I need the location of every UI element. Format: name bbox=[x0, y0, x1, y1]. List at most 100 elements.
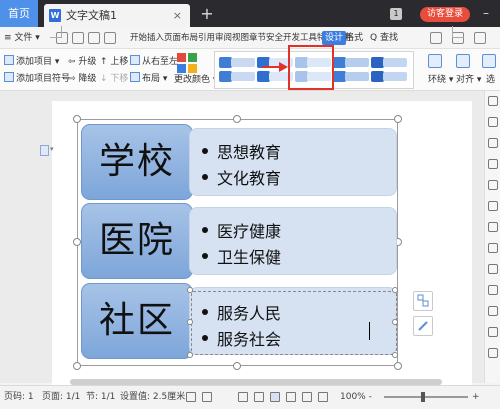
tab-design[interactable]: 设计 bbox=[322, 31, 347, 45]
tab-document[interactable]: W 文字文稿1 × bbox=[44, 4, 190, 27]
page-count: 页面: 1/1 bbox=[42, 392, 81, 402]
print-icon[interactable] bbox=[88, 32, 100, 44]
text-handle[interactable] bbox=[392, 287, 398, 293]
wrap-button[interactable]: 环绕 ▾ bbox=[428, 73, 453, 87]
eye-icon[interactable] bbox=[238, 392, 248, 402]
demote-button[interactable]: ⇨ 降级 bbox=[68, 72, 96, 86]
text-cursor bbox=[369, 322, 370, 340]
down-arrow-icon: ↓ bbox=[100, 74, 111, 84]
bullet-text: 卫生保健 bbox=[217, 248, 282, 267]
shape-icon[interactable] bbox=[488, 138, 498, 148]
text-handle[interactable] bbox=[187, 287, 193, 293]
view-print-icon[interactable] bbox=[270, 392, 280, 402]
add-item-icon bbox=[4, 55, 14, 65]
print-preview-icon[interactable] bbox=[72, 32, 84, 44]
right-to-left-button[interactable]: 从右至左 bbox=[130, 55, 178, 69]
zoom-slider-knob[interactable] bbox=[421, 392, 425, 402]
move-up-button[interactable]: ↑ 上移 bbox=[100, 55, 128, 69]
pen-icon[interactable] bbox=[488, 117, 498, 127]
promote-arrow-icon: ⇦ bbox=[68, 57, 79, 67]
zoom-slider[interactable] bbox=[384, 396, 468, 398]
tab-count-badge[interactable]: 1 bbox=[390, 8, 402, 20]
help-icon[interactable] bbox=[488, 348, 498, 358]
wps-writer-window: 首页 W 文字文稿1 × + 1 访客登录 – ≡ 文件 ▾ 开始插入页面布局引… bbox=[0, 0, 500, 409]
grid-icon[interactable] bbox=[488, 222, 498, 232]
text-handle[interactable] bbox=[187, 319, 193, 325]
more-icon[interactable] bbox=[474, 32, 486, 44]
paragraph-anchor-icon[interactable] bbox=[40, 145, 49, 156]
zoom-in-button[interactable]: + bbox=[472, 386, 480, 408]
move-down-button[interactable]: ↓ 下移 bbox=[100, 72, 128, 86]
track-icon[interactable] bbox=[202, 392, 212, 402]
demote-arrow-icon: ⇨ bbox=[68, 74, 79, 84]
refresh-icon[interactable] bbox=[488, 264, 498, 274]
right-task-pane bbox=[484, 91, 500, 383]
text-handle[interactable] bbox=[392, 352, 398, 358]
section-count: 节: 1/1 bbox=[86, 392, 116, 402]
right-to-left-icon bbox=[130, 55, 140, 65]
sub-shape[interactable]: 医疗健康 卫生保健 bbox=[189, 207, 397, 275]
layout-button[interactable]: 布局 ▾ bbox=[130, 72, 167, 86]
settings-icon[interactable] bbox=[488, 327, 498, 337]
sub-shape[interactable]: 思想教育 文化教育 bbox=[189, 128, 397, 196]
resize-handle[interactable] bbox=[394, 362, 402, 370]
wrap-icon[interactable] bbox=[428, 54, 442, 68]
text-handle[interactable] bbox=[187, 352, 193, 358]
bookmark-icon[interactable] bbox=[488, 306, 498, 316]
file-menu[interactable]: ≡ 文件 ▾ bbox=[4, 27, 40, 49]
align-icon[interactable] bbox=[456, 54, 470, 68]
pane-toggle-icon[interactable] bbox=[488, 96, 498, 106]
promote-button[interactable]: ⇦ 升级 bbox=[68, 55, 96, 69]
layout-options-icon[interactable] bbox=[413, 291, 433, 311]
title-bar: 首页 W 文字文稿1 × + 1 访客登录 – bbox=[0, 0, 500, 27]
menu-bar: ≡ 文件 ▾ 开始插入页面布局引用审阅视图章节安全开发工具特色应用 设计 格式 … bbox=[0, 27, 500, 49]
tab-home[interactable]: 首页 bbox=[0, 0, 38, 27]
undo-icon[interactable] bbox=[104, 32, 116, 44]
resize-handle[interactable] bbox=[233, 115, 241, 123]
fill-icon[interactable] bbox=[488, 243, 498, 253]
resize-handle[interactable] bbox=[233, 362, 241, 370]
minimize-button[interactable]: – bbox=[477, 4, 495, 22]
zoom-level[interactable]: 100% - bbox=[340, 386, 372, 408]
text-handle[interactable] bbox=[392, 319, 398, 325]
main-shape[interactable]: 学校 bbox=[81, 124, 193, 200]
close-tab-icon[interactable]: × bbox=[173, 4, 182, 27]
style-thumb-5[interactable] bbox=[371, 55, 407, 85]
add-item-button[interactable]: 添加项目 ▾ bbox=[4, 55, 59, 69]
smartart-row: 医院 医疗健康 卫生保健 bbox=[81, 203, 397, 279]
list-icon[interactable] bbox=[488, 285, 498, 295]
style-thumb-4[interactable] bbox=[333, 55, 369, 85]
up-arrow-icon: ↑ bbox=[100, 57, 111, 67]
resize-handle[interactable] bbox=[394, 115, 402, 123]
adjust-icon[interactable] bbox=[488, 180, 498, 190]
anchor-dropdown-icon[interactable]: ▾ bbox=[50, 145, 54, 153]
find-button[interactable]: Q 查找 bbox=[370, 27, 398, 49]
spellcheck-icon[interactable] bbox=[186, 392, 196, 402]
add-bullet-button[interactable]: 添加项目符号 bbox=[4, 72, 70, 86]
resize-handle[interactable] bbox=[73, 238, 81, 246]
resize-handle[interactable] bbox=[73, 115, 81, 123]
select-icon[interactable] bbox=[482, 54, 496, 68]
table-icon[interactable] bbox=[488, 201, 498, 211]
edit-pen-icon[interactable] bbox=[413, 316, 433, 336]
add-bullet-label: 添加项目符号 bbox=[16, 74, 71, 84]
view-page-icon[interactable] bbox=[254, 392, 264, 402]
main-shape[interactable]: 社区 bbox=[81, 283, 193, 359]
cloud-sync-icon[interactable] bbox=[430, 32, 442, 44]
style-thumb-1[interactable] bbox=[219, 55, 255, 85]
tab-format[interactable]: 格式 bbox=[345, 27, 363, 49]
change-color-button[interactable]: 更改颜色 ▾ bbox=[174, 73, 217, 87]
guest-login-button[interactable]: 访客登录 bbox=[420, 7, 470, 22]
view-web-icon[interactable] bbox=[302, 392, 312, 402]
main-shape[interactable]: 医院 bbox=[81, 203, 193, 279]
bullet-item: 卫生保健 bbox=[202, 244, 281, 268]
new-tab-button[interactable]: + bbox=[198, 4, 216, 23]
align-button[interactable]: 对齐 ▾ bbox=[456, 73, 481, 87]
view-outline-icon[interactable] bbox=[286, 392, 296, 402]
bullet-text: 思想教育 bbox=[217, 143, 282, 162]
select-button[interactable]: 选 bbox=[486, 73, 495, 87]
view-read-icon[interactable] bbox=[318, 392, 328, 402]
copy-icon[interactable] bbox=[488, 159, 498, 169]
resize-handle[interactable] bbox=[73, 362, 81, 370]
margin-corner-mark bbox=[50, 26, 62, 38]
